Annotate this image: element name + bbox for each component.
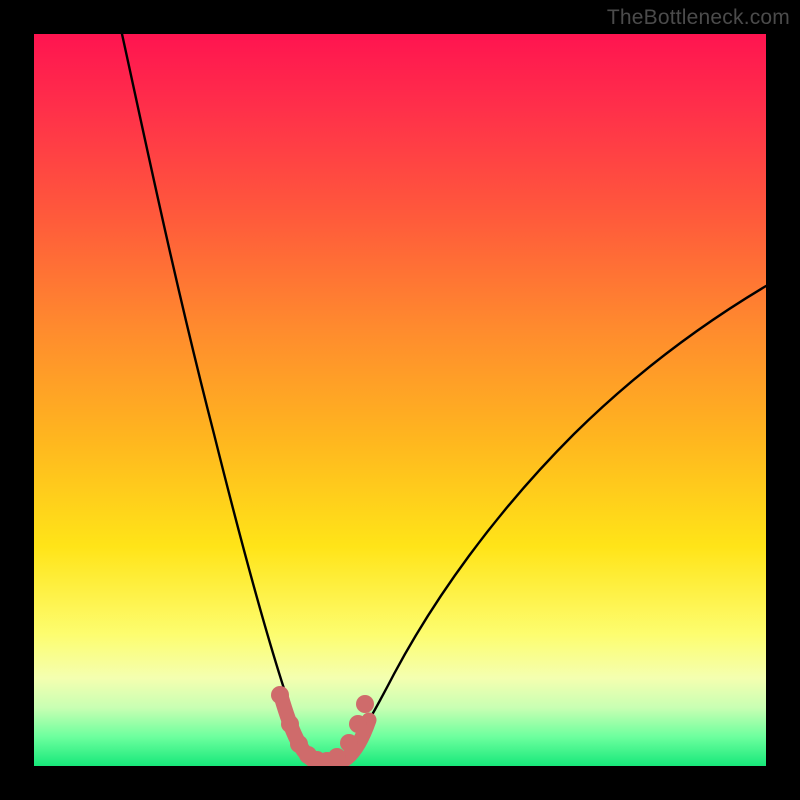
marker-dot [328, 748, 346, 766]
curve-left-branch [122, 34, 317, 764]
marker-dot [356, 695, 374, 713]
marker-dot [349, 715, 367, 733]
outer-frame: TheBottleneck.com [0, 0, 800, 800]
marker-dot [281, 715, 299, 733]
marker-dot [340, 734, 358, 752]
marker-dot [271, 686, 289, 704]
watermark-text: TheBottleneck.com [607, 6, 790, 30]
curve-right-branch [341, 286, 766, 764]
plot-area [34, 34, 766, 766]
chart-svg [34, 34, 766, 766]
